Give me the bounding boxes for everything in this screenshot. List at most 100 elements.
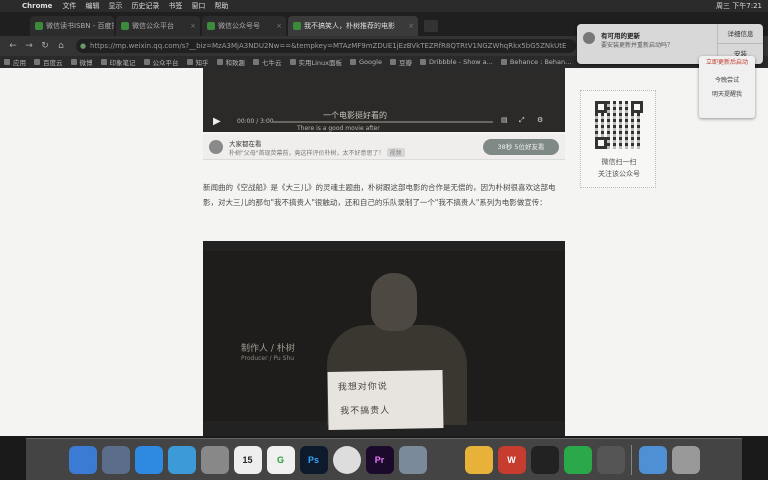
bookmark-douban[interactable]: 豆瓣 — [389, 57, 412, 67]
kuaiya-icon[interactable]: G — [266, 445, 295, 474]
danmaku-icon[interactable]: ▤ — [501, 116, 508, 124]
bookmark-google[interactable]: Google — [350, 58, 382, 66]
details-button[interactable]: 详细信息 — [717, 24, 763, 44]
dock-separator — [631, 444, 632, 475]
sketch-icon[interactable] — [464, 445, 493, 474]
video-player-top[interactable]: 一个电影挺好看的 There is a good movie after ▶ 0… — [203, 68, 565, 132]
menu-window[interactable]: 窗口 — [191, 0, 205, 12]
bookmark-hezhiqu[interactable]: 和致趣 — [216, 57, 245, 67]
tab-label: 微信公众平台 — [132, 22, 174, 30]
close-icon[interactable]: × — [276, 16, 282, 36]
sign-line-1: 我想对你说 — [337, 381, 388, 393]
menu-help[interactable]: 帮助 — [214, 0, 228, 12]
tab-favicon-icon — [35, 22, 43, 30]
bookmark-label: 知乎 — [195, 59, 209, 67]
video-progress-bar[interactable] — [273, 121, 493, 123]
reload-icon[interactable]: ↻ — [38, 41, 52, 51]
forward-icon[interactable]: → — [22, 41, 36, 51]
fullscreen-icon[interactable]: ⤢ — [519, 116, 525, 125]
qr-caption-2: 关注该公众号 — [598, 170, 640, 178]
tab-mp-platform[interactable]: 微信公众平台 × — [116, 16, 200, 36]
screen: Chrome 文件 编辑 显示 历史记录 书签 窗口 帮助 周三 下午7:21 … — [0, 0, 768, 480]
qr-finder — [595, 137, 607, 149]
video-player-main[interactable]: 制作人 / 朴树 Producer / Pu Shu 我想对你说 我不搞贵人 — [203, 241, 565, 436]
bookmark-mp[interactable]: 公众平台 — [143, 57, 179, 67]
video-overlay-label: 制作人 / 朴树 — [241, 344, 295, 354]
menu-item-update-restart[interactable]: 立即更新后启动 — [699, 56, 755, 70]
video-frame: 制作人 / 朴树 Producer / Pu Shu 我想对你说 我不搞贵人 — [203, 251, 565, 430]
wechat-icon[interactable] — [563, 445, 592, 474]
qr-finder — [631, 101, 643, 113]
tab-article[interactable]: 我不搞笑人，朴树推荐的电影 × — [288, 16, 418, 36]
bookmark-zhihu[interactable]: 知乎 — [186, 57, 209, 67]
bookmark-label: 百度云 — [43, 59, 63, 67]
chrome-icon[interactable] — [332, 445, 361, 474]
bookmark-label: Behance : Behan... — [509, 58, 572, 66]
filemerge-icon[interactable] — [398, 445, 427, 474]
qr-code-panel: 微信扫一扫 关注该公众号 — [580, 90, 656, 188]
new-tab-button[interactable] — [424, 20, 438, 32]
folder-icon[interactable] — [638, 445, 667, 474]
bookmark-apps[interactable]: 应用 — [4, 57, 26, 67]
watch-button[interactable]: 38秒 5位好友看 — [483, 139, 559, 155]
bookmark-behance[interactable]: Behance : Behan... — [500, 58, 572, 66]
handwritten-sign: 我想对你说 我不搞贵人 — [327, 370, 444, 430]
menu-item-remind-tomorrow[interactable]: 明天提醒我 — [699, 88, 755, 102]
menu-edit[interactable]: 编辑 — [85, 0, 99, 12]
photoshop-icon[interactable]: Ps — [299, 445, 328, 474]
video-time: 00:00 / 3:00 — [237, 118, 274, 125]
tab-baidu[interactable]: 微信读书ISBN - 百度搜索 × — [30, 16, 114, 36]
menu-history[interactable]: 历史记录 — [131, 0, 159, 12]
preview-icon[interactable] — [200, 445, 229, 474]
home-icon[interactable]: ⌂ — [54, 41, 68, 51]
bookmark-dribbble[interactable]: Dribbble - Show a... — [419, 58, 493, 66]
bookmark-icon — [186, 59, 193, 65]
back-icon[interactable]: ← — [6, 41, 20, 51]
app-menu[interactable]: Chrome — [22, 0, 52, 12]
trash-icon[interactable] — [671, 445, 700, 474]
menu-view[interactable]: 显示 — [108, 0, 122, 12]
bookmark-linux[interactable]: 实用Linux面板 — [289, 57, 343, 67]
address-bar[interactable]: ● https://mp.weixin.qq.com/s?__biz=MzA3M… — [76, 39, 576, 53]
close-icon[interactable]: × — [408, 16, 414, 36]
menu-file[interactable]: 文件 — [62, 0, 76, 12]
menu-item-try-tonight[interactable]: 今晚尝试 — [699, 74, 755, 88]
premiere-icon[interactable]: Pr — [365, 445, 394, 474]
tab-favicon-icon — [121, 22, 129, 30]
safari-icon[interactable] — [167, 445, 196, 474]
related-subtitle: 朴树"父母"首现荧幕前，竟这样评价朴树，太不好意思了！ 视频 — [229, 148, 405, 157]
video-caption: 一个电影挺好看的 — [323, 111, 387, 120]
bookmark-qiniu[interactable]: 七牛云 — [253, 57, 282, 67]
bookmark-label: 印象笔记 — [109, 59, 136, 67]
coda-icon[interactable] — [596, 445, 625, 474]
channel-logo — [209, 140, 223, 154]
bookmark-icon — [253, 59, 259, 65]
close-icon[interactable]: × — [190, 16, 196, 36]
tab-favicon-icon — [293, 22, 301, 30]
app-store-dock-icon[interactable] — [134, 445, 163, 474]
bookmark-weibo[interactable]: 微博 — [70, 57, 93, 67]
related-video-strip[interactable]: 大家都在看 朴树"父母"首现荧幕前，竟这样评价朴树，太不好意思了！ 视频 38秒 … — [203, 134, 565, 160]
istat-icon[interactable] — [431, 445, 460, 474]
tab-favicon-icon — [207, 22, 215, 30]
launchpad-icon[interactable] — [101, 445, 130, 474]
bookmark-evernote[interactable]: 印象笔记 — [100, 57, 136, 67]
settings-icon[interactable]: ⚙ — [537, 116, 543, 124]
bookmark-label: 七牛云 — [262, 59, 282, 67]
menu-bookmarks[interactable]: 书签 — [168, 0, 182, 12]
calendar-icon[interactable]: 15 — [233, 445, 262, 474]
play-icon[interactable]: ▶ — [213, 116, 221, 127]
qq-icon[interactable] — [530, 445, 559, 474]
bookmark-baiduyun[interactable]: 百度云 — [34, 57, 63, 67]
tab-mp-account[interactable]: 微信公众号号 × — [202, 16, 286, 36]
bookmark-icon — [34, 59, 40, 65]
wps-icon[interactable]: W — [497, 445, 526, 474]
bookmark-icon — [419, 59, 426, 65]
close-icon[interactable]: × — [104, 16, 110, 36]
bookmark-label: 实用Linux面板 — [298, 59, 343, 67]
bookmark-label: 微博 — [79, 59, 93, 67]
bookmark-icon — [289, 59, 296, 65]
clock[interactable]: 周三 下午7:21 — [716, 0, 762, 12]
bookmark-icon — [216, 59, 223, 65]
finder-icon[interactable] — [68, 445, 97, 474]
